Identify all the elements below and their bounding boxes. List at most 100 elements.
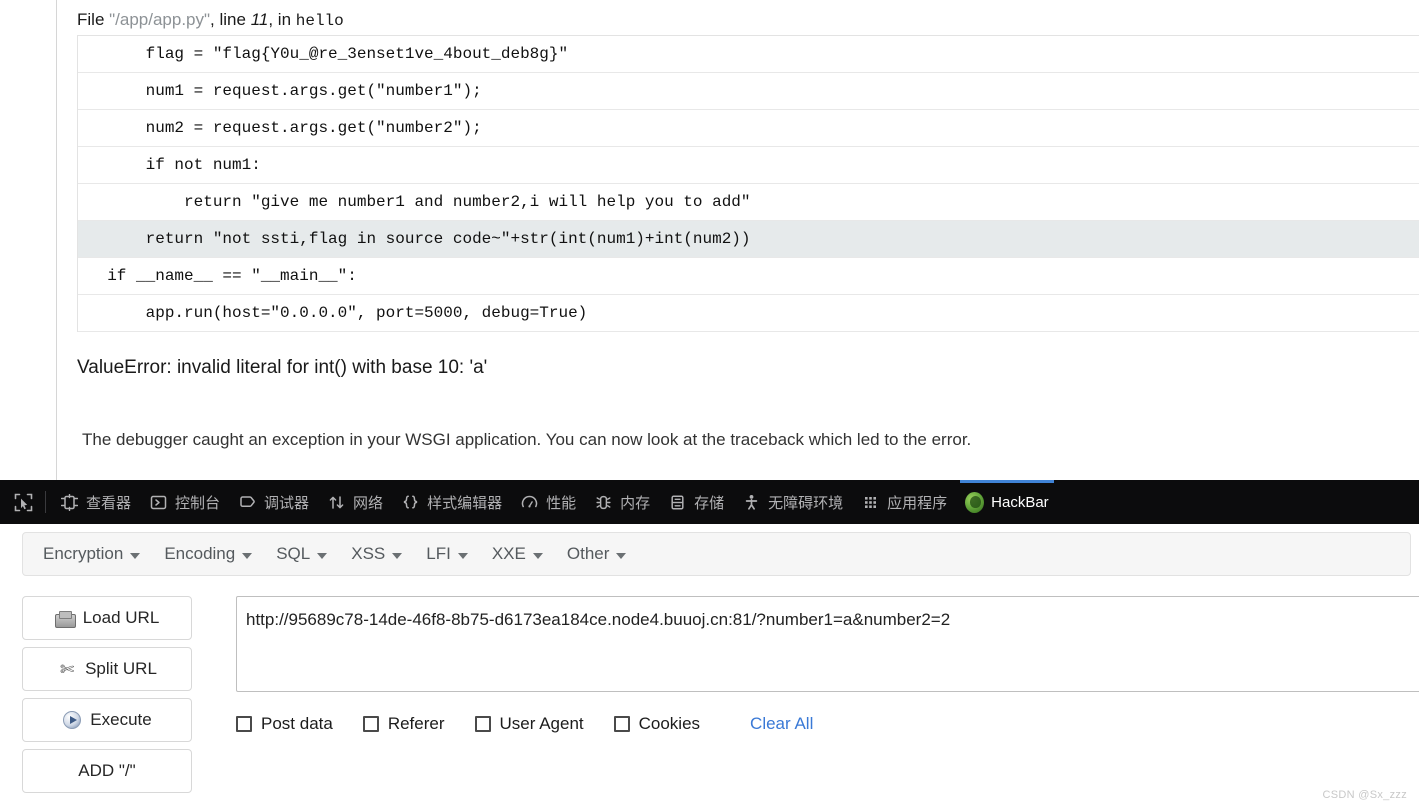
menu-encoding[interactable]: Encoding <box>152 540 264 568</box>
checkbox-box[interactable] <box>236 716 252 732</box>
button-label: ADD "/" <box>78 761 136 780</box>
tab-storage[interactable]: 存储 <box>659 480 733 524</box>
inspector-icon <box>60 493 79 512</box>
tab-hackbar[interactable]: HackBar <box>956 480 1058 524</box>
in-label: , in <box>268 10 296 29</box>
execute-button[interactable]: Execute <box>22 698 192 742</box>
code-line[interactable]: num2 = request.args.get("number2"); <box>78 110 1419 147</box>
menu-label: Encryption <box>43 544 124 563</box>
disk-icon <box>55 608 77 628</box>
checkbox-box[interactable] <box>362 716 379 732</box>
chevron-down-icon <box>392 552 403 559</box>
checkbox-box[interactable] <box>613 716 630 732</box>
checkbox-box[interactable] <box>474 716 491 732</box>
accessibility-icon <box>742 493 761 512</box>
console-icon <box>149 493 168 512</box>
url-input[interactable] <box>236 596 1419 692</box>
tab-label: 存储 <box>694 494 725 512</box>
split-url-button[interactable]: ✄ Split URL <box>22 647 192 691</box>
tab-label: 无障碍环境 <box>768 494 844 512</box>
tab-label: 样式编辑器 <box>427 494 503 512</box>
hackbar-menubar: Encryption Encoding SQL XSS LFI XXE Othe… <box>22 532 1411 576</box>
tab-memory[interactable]: 内存 <box>585 480 659 524</box>
checkbox-referer[interactable]: Referer <box>362 714 445 734</box>
code-line[interactable]: flag = "flag{Y0u_@re_3enset1ve_4bout_deb… <box>78 36 1419 73</box>
menu-label: Other <box>566 544 610 563</box>
traceback-frame: File "/app/app.py", line 11, in hello fl… <box>56 0 1419 480</box>
tab-label: 控制台 <box>175 494 221 512</box>
tab-network[interactable]: 网络 <box>318 480 392 524</box>
menu-encryption[interactable]: Encryption <box>31 540 152 568</box>
hackbar-panel: Encryption Encoding SQL XSS LFI XXE Othe… <box>0 524 1419 807</box>
menu-label: SQL <box>276 544 311 563</box>
hackbar-logo-icon <box>965 491 985 513</box>
menu-label: XXE <box>491 544 526 563</box>
code-line-current[interactable]: return "not ssti,flag in source code~"+s… <box>78 221 1419 258</box>
element-picker-icon[interactable] <box>6 488 40 516</box>
code-line[interactable]: num1 = request.args.get("number1"); <box>78 73 1419 110</box>
function-name: hello <box>295 12 344 30</box>
chevron-down-icon <box>130 552 141 559</box>
code-line[interactable]: return "give me number1 and number2,i wi… <box>78 184 1419 221</box>
code-line[interactable]: if not num1: <box>78 147 1419 184</box>
chevron-down-icon <box>616 552 627 559</box>
menu-sql[interactable]: SQL <box>264 540 339 568</box>
clear-all-link[interactable]: Clear All <box>750 714 813 734</box>
file-path[interactable]: "/app/app.py" <box>109 10 210 29</box>
hackbar-body: Load URL ✄ Split URL Execute ADD "/" htt… <box>0 588 1419 807</box>
code-line[interactable]: app.run(host="0.0.0.0", port=5000, debug… <box>78 295 1419 332</box>
page-root: File "/app/app.py", line 11, in hello fl… <box>0 0 1419 807</box>
checkbox-label: Post data <box>261 714 333 733</box>
network-icon <box>327 493 346 512</box>
menu-xxe[interactable]: XXE <box>480 540 555 568</box>
tab-label: 网络 <box>353 494 384 512</box>
menu-label: XSS <box>351 544 386 563</box>
exception-message: ValueError: invalid literal for int() wi… <box>77 357 488 378</box>
hackbar-options-row: Post data Referer User Agent Cookies Cle… <box>236 714 1419 734</box>
tab-debugger[interactable]: 调试器 <box>229 480 318 524</box>
line-label: , line <box>210 10 251 29</box>
toolbar-divider <box>45 491 46 513</box>
hackbar-action-buttons: Load URL ✄ Split URL Execute ADD "/" <box>22 596 192 793</box>
traceback-code-block: flag = "flag{Y0u_@re_3enset1ve_4bout_deb… <box>77 35 1419 332</box>
load-url-button[interactable]: Load URL <box>22 596 192 640</box>
tab-inspector[interactable]: 查看器 <box>51 480 140 524</box>
tab-performance[interactable]: 性能 <box>511 480 585 524</box>
application-icon <box>861 493 880 512</box>
traceback-file-header: File "/app/app.py", line 11, in hello <box>77 0 1419 35</box>
storage-icon <box>668 493 687 512</box>
debugger-note: The debugger caught an exception in your… <box>82 430 972 449</box>
checkbox-post-data[interactable]: Post data <box>236 714 333 734</box>
tab-label: 应用程序 <box>887 494 948 512</box>
tab-accessibility[interactable]: 无障碍环境 <box>733 480 852 524</box>
add-slash-button[interactable]: ADD "/" <box>22 749 192 793</box>
menu-other[interactable]: Other <box>555 540 639 568</box>
tab-application[interactable]: 应用程序 <box>852 480 956 524</box>
checkbox-label: Referer <box>387 714 445 733</box>
devtools-toolbar: 查看器 控制台 调试器 网络 样式编辑器 性能 内存 存储 无障碍环境 应用程序… <box>0 480 1419 524</box>
button-label: Load URL <box>82 608 160 627</box>
chevron-down-icon <box>317 552 328 559</box>
menu-label: LFI <box>426 544 451 563</box>
menu-xss[interactable]: XSS <box>339 540 414 568</box>
tab-label: 性能 <box>546 494 577 512</box>
line-number: 11 <box>250 10 269 29</box>
scissors-icon: ✄ <box>59 659 75 679</box>
play-icon <box>62 710 82 730</box>
checkbox-user-agent[interactable]: User Agent <box>474 714 584 734</box>
checkbox-label: User Agent <box>499 714 584 733</box>
watermark: CSDN @Sx_zzz <box>1322 789 1407 801</box>
tab-style-editor[interactable]: 样式编辑器 <box>392 480 511 524</box>
flask-debugger-traceback: File "/app/app.py", line 11, in hello fl… <box>0 0 1419 480</box>
chevron-down-icon <box>532 552 543 559</box>
button-label: Split URL <box>85 659 157 678</box>
chevron-down-icon <box>242 552 253 559</box>
file-prefix-label: File <box>77 10 110 29</box>
hackbar-url-area: Post data Referer User Agent Cookies C <box>236 596 1419 734</box>
code-line[interactable]: if __name__ == "__main__": <box>78 258 1419 295</box>
menu-lfi[interactable]: LFI <box>414 540 480 568</box>
chevron-down-icon <box>457 552 468 559</box>
tab-console[interactable]: 控制台 <box>140 480 229 524</box>
checkbox-cookies[interactable]: Cookies <box>613 714 700 734</box>
memory-icon <box>594 493 613 512</box>
